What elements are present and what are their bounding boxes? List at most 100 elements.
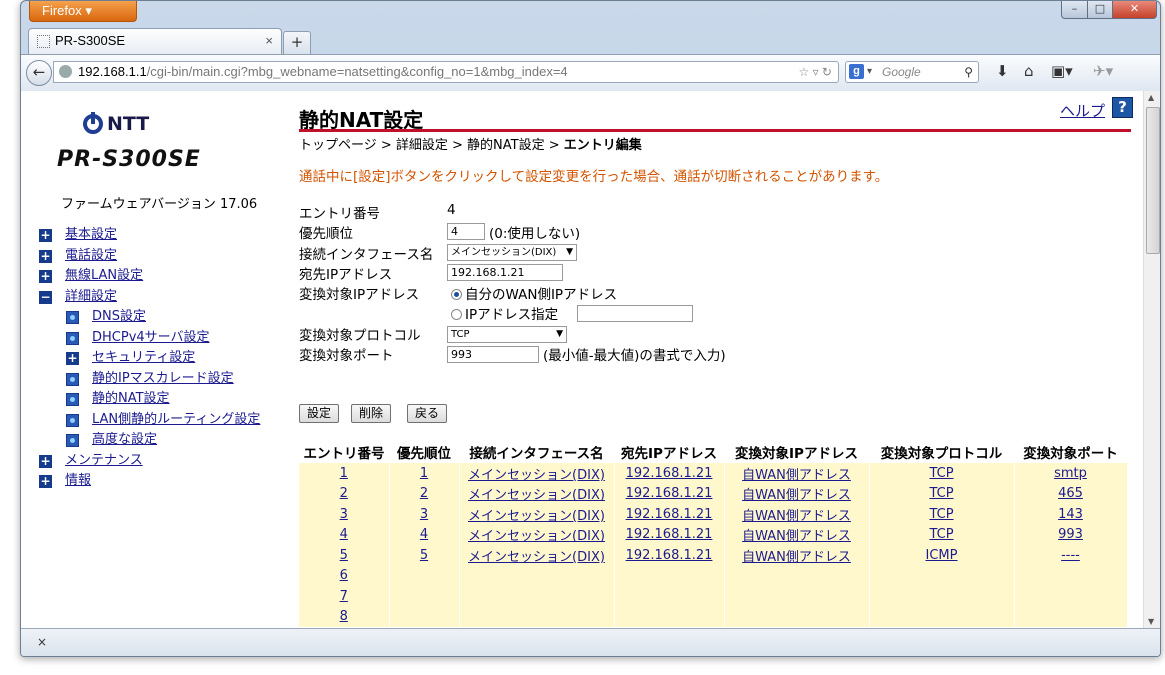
close-addon-bar-icon[interactable]: × (37, 635, 47, 649)
addon-icon[interactable]: ✈▾ (1093, 62, 1113, 80)
trans-ip-wan-option[interactable]: 自分のWAN側IPアドレス (451, 283, 617, 303)
sidebar-item-label[interactable]: DNS設定 (92, 307, 146, 328)
sidebar-item-label[interactable]: 無線LAN設定 (65, 266, 143, 287)
table-cell-link[interactable]: TCP (929, 507, 953, 522)
table-cell-link[interactable]: 192.168.1.21 (626, 486, 713, 501)
sidebar-item-label[interactable]: 静的NAT設定 (92, 389, 170, 410)
table-cell-link[interactable]: 自WAN側アドレス (742, 509, 851, 524)
sidebar-item-label[interactable]: 基本設定 (65, 225, 117, 246)
table-cell-link[interactable]: TCP (929, 527, 953, 542)
save-button[interactable]: 設定 (299, 404, 340, 423)
table-cell-link[interactable]: 192.168.1.21 (626, 507, 713, 522)
help-icon[interactable]: ? (1112, 97, 1133, 118)
dest-ip-input[interactable]: 192.168.1.21 (447, 263, 563, 281)
sidebar-item-label[interactable]: DHCPv4サーバ設定 (92, 328, 210, 349)
protocol-label: 変換対象プロトコル (299, 327, 421, 344)
table-cell-link[interactable]: 6 (340, 568, 348, 583)
table-cell-link[interactable]: 1 (340, 466, 348, 481)
table-cell-link[interactable]: 3 (340, 507, 348, 522)
help-link[interactable]: ヘルプ (1060, 100, 1105, 121)
bookmarks-icon[interactable]: ▣▾ (1051, 62, 1073, 80)
scrollbar-thumb[interactable] (1146, 107, 1160, 254)
vertical-scrollbar[interactable]: ▲ ▼ (1143, 91, 1160, 628)
back-button-form[interactable]: 戻る (407, 404, 448, 423)
radio-unchecked-icon[interactable] (451, 309, 462, 321)
search-bar[interactable]: g ▾ Google ⚲ (845, 61, 979, 83)
table-cell-link[interactable]: 4 (340, 527, 348, 542)
table-cell-link[interactable]: 8 (340, 609, 348, 624)
table-cell-link[interactable]: ---- (1061, 548, 1080, 563)
table-cell-link[interactable]: 5 (420, 548, 428, 563)
table-cell-link[interactable]: メインセッション(DIX) (468, 468, 605, 483)
table-cell-link[interactable]: 143 (1058, 507, 1083, 522)
table-cell-link[interactable]: 自WAN側アドレス (742, 488, 851, 503)
port-input[interactable]: 993 (447, 346, 539, 364)
home-icon[interactable]: ⌂ (1024, 62, 1034, 80)
maximize-button[interactable]: □ (1087, 1, 1113, 19)
sidebar-item-label[interactable]: セキュリティ設定 (92, 348, 195, 369)
url-bar-icons[interactable]: ☆ ▿ ↻ (798, 62, 832, 82)
google-icon[interactable]: g (849, 64, 864, 79)
table-cell-link[interactable]: 2 (340, 486, 348, 501)
table-cell-link[interactable]: 7 (340, 589, 348, 604)
table-cell-link[interactable]: 4 (420, 527, 428, 542)
sidebar-item-label[interactable]: 情報 (65, 471, 91, 492)
sidebar-item-label[interactable]: 電話設定 (65, 246, 117, 267)
new-tab-button[interactable]: + (283, 31, 311, 55)
table-cell-link[interactable]: ICMP (926, 548, 958, 563)
trans-ip-custom-input[interactable] (577, 305, 693, 323)
table-cell-link[interactable]: TCP (929, 486, 953, 501)
table-cell-link[interactable]: メインセッション(DIX) (468, 550, 605, 565)
protocol-select[interactable]: TCP ▼ (447, 325, 567, 343)
table-cell-link[interactable]: 465 (1058, 486, 1083, 501)
sidebar-item-label[interactable]: LAN側静的ルーティング設定 (92, 410, 260, 431)
scroll-down-icon[interactable]: ▼ (1148, 617, 1154, 626)
tab-pr-s300se[interactable]: PR-S300SE × (28, 28, 282, 54)
delete-button[interactable]: 削除 (351, 404, 392, 423)
firefox-menu-button[interactable]: Firefox ▾ (29, 1, 137, 22)
table-cell-link[interactable]: 2 (420, 486, 428, 501)
table-cell-link[interactable]: 192.168.1.21 (626, 548, 713, 563)
search-input[interactable]: Google (882, 65, 921, 79)
sidebar-item-label[interactable]: 詳細設定 (65, 287, 117, 308)
table-cell-link[interactable]: 自WAN側アドレス (742, 550, 851, 565)
table-cell-link[interactable]: smtp (1054, 466, 1087, 481)
table-cell-link[interactable]: TCP (929, 466, 953, 481)
table-cell-link[interactable]: 192.168.1.21 (626, 466, 713, 481)
scroll-up-icon[interactable]: ▲ (1148, 93, 1154, 102)
table-cell-link[interactable]: メインセッション(DIX) (468, 529, 605, 544)
table-cell-link[interactable]: 自WAN側アドレス (742, 468, 851, 483)
table-cell-link[interactable]: メインセッション(DIX) (468, 488, 605, 503)
plus-icon[interactable]: + (39, 249, 52, 263)
minus-icon[interactable]: − (39, 290, 52, 304)
search-icon[interactable]: ⚲ (964, 62, 973, 82)
table-cell (1014, 606, 1128, 627)
plus-icon[interactable]: + (39, 229, 52, 242)
close-window-button[interactable]: ✕ (1112, 1, 1157, 19)
plus-icon[interactable]: + (39, 475, 52, 488)
sidebar-item-label[interactable]: メンテナンス (65, 451, 143, 472)
table-cell-link[interactable]: メインセッション(DIX) (468, 509, 605, 524)
priority-input[interactable]: 4 (447, 223, 485, 241)
plus-icon[interactable]: + (66, 352, 79, 365)
column-header: 接続インタフェース名 (459, 442, 614, 463)
minimize-button[interactable]: – (1061, 1, 1088, 19)
sidebar-item-label[interactable]: 高度な設定 (92, 430, 157, 451)
chevron-down-icon[interactable]: ▾ (867, 62, 872, 82)
sidebar-item-label[interactable]: 静的IPマスカレード設定 (92, 369, 234, 390)
interface-select[interactable]: メインセッション(DIX) ▼ (447, 243, 577, 261)
table-cell-link[interactable]: 3 (420, 507, 428, 522)
table-cell-link[interactable]: 993 (1058, 527, 1083, 542)
download-icon[interactable]: ⬇ (996, 62, 1009, 80)
table-cell-link[interactable]: 自WAN側アドレス (742, 529, 851, 544)
table-cell-link[interactable]: 1 (420, 466, 428, 481)
back-button[interactable]: ← (26, 60, 52, 86)
plus-icon[interactable]: + (39, 270, 52, 283)
table-cell-link[interactable]: 5 (340, 548, 348, 563)
trans-ip-specify-option[interactable]: IPアドレス指定 (451, 303, 558, 323)
table-cell-link[interactable]: 192.168.1.21 (626, 527, 713, 542)
tab-close-icon[interactable]: × (265, 29, 273, 53)
radio-checked-icon[interactable] (451, 289, 462, 301)
url-bar[interactable]: 192.168.1.1/cgi-bin/main.cgi?mbg_webname… (53, 61, 839, 83)
plus-icon[interactable]: + (39, 454, 52, 468)
